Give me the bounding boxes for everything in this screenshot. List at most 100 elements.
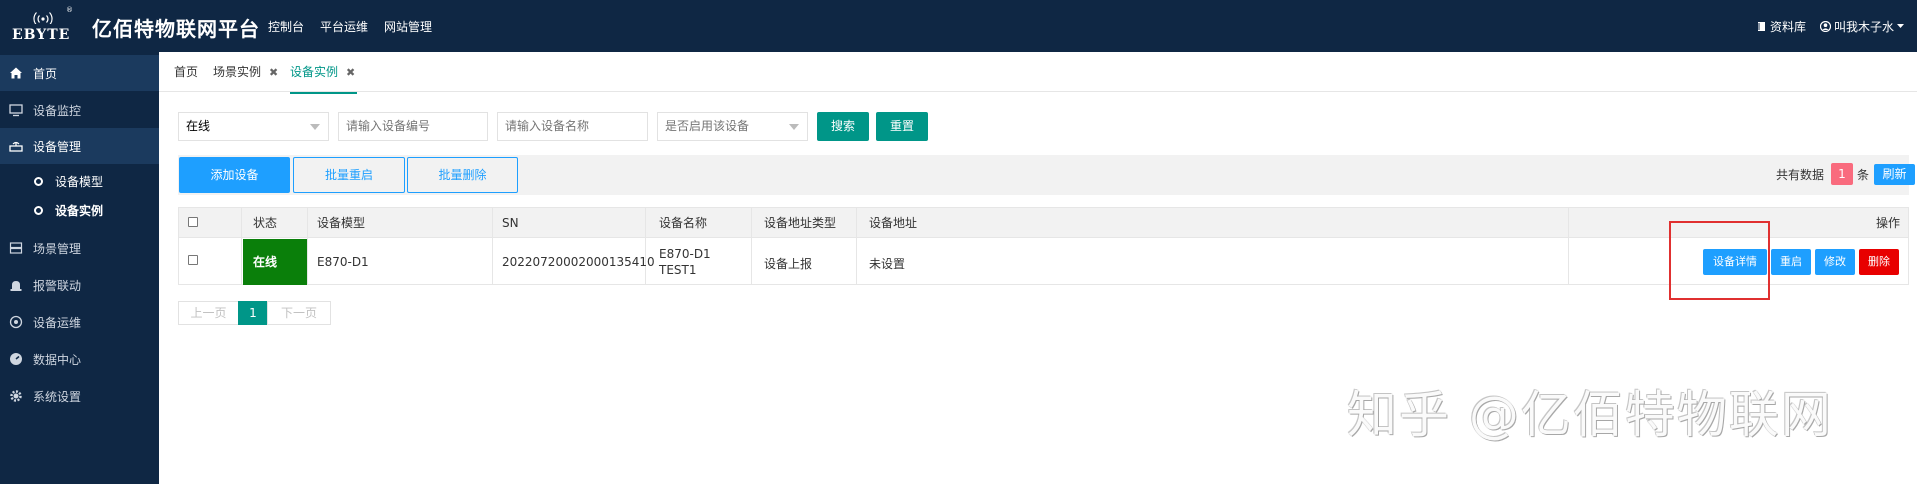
search-button[interactable]: 搜索 [817, 112, 869, 141]
page-1-button[interactable]: 1 [238, 301, 268, 325]
table-header: 状态 设备模型 SN 设备名称 设备地址类型 设备地址 操作 [179, 208, 1908, 238]
status-select[interactable]: 在线 [178, 112, 329, 141]
nav-platform-ops[interactable]: 平台运维 [320, 18, 368, 35]
nav-console[interactable]: 控制台 [268, 18, 304, 35]
top-right-menu: 资料库 叫我木子水 [1757, 18, 1904, 35]
column-divider [1568, 208, 1569, 284]
total-count-badge: 1 [1831, 163, 1853, 185]
column-header-device-name: 设备名称 [659, 216, 708, 230]
sidebar-item-label: 设备监控 [33, 103, 82, 118]
cell-address-type: 设备上报 [764, 257, 813, 271]
column-header-address: 设备地址 [869, 216, 918, 230]
sidebar-item-data-center[interactable]: 数据中心 [0, 341, 159, 377]
edit-button[interactable]: 修改 [1815, 249, 1855, 275]
column-divider [492, 208, 493, 284]
sidebar-item-system-settings[interactable]: 系统设置 [0, 378, 159, 414]
sidebar-item-scene-management[interactable]: 场景管理 [0, 230, 159, 266]
close-icon[interactable]: ✖ [269, 66, 278, 79]
cell-address: 未设置 [869, 257, 906, 271]
user-icon [1819, 21, 1831, 32]
enabled-select-placeholder: 是否启用该设备 [665, 119, 750, 133]
tab-label: 首页 [174, 65, 199, 79]
delete-button[interactable]: 删除 [1859, 249, 1899, 275]
column-header-model: 设备模型 [317, 216, 366, 230]
column-header-actions: 操作 [1876, 216, 1901, 230]
sidebar-item-label: 场景管理 [33, 241, 82, 256]
target-icon [9, 315, 23, 329]
book-icon [1757, 22, 1765, 31]
logo-text: EBYTE [12, 27, 71, 43]
device-code-input[interactable]: 请输入设备编号 [338, 112, 488, 141]
sidebar-subitem-device-instance[interactable]: 设备实例 [0, 196, 159, 224]
tab-device-instance[interactable]: 设备实例 ✖ [290, 52, 357, 94]
sidebar-item-label: 设备管理 [33, 139, 82, 154]
restart-button[interactable]: 重启 [1771, 249, 1811, 275]
sidebar-item-device-management[interactable]: 设备管理 [0, 128, 159, 164]
dashboard-icon [10, 353, 22, 365]
nav-site-management[interactable]: 网站管理 [384, 18, 432, 35]
docs-label: 资料库 [1769, 20, 1806, 34]
alarm-icon [10, 281, 22, 291]
column-header-address-type: 设备地址类型 [764, 216, 837, 230]
next-page-button[interactable]: 下一页 [267, 301, 331, 325]
refresh-button[interactable]: 刷新 [1874, 164, 1915, 185]
server-icon [9, 242, 23, 254]
logo-registered-mark: ® [66, 6, 73, 14]
chevron-down-icon [789, 124, 799, 130]
home-icon [10, 67, 22, 79]
device-name-placeholder: 请输入设备名称 [505, 119, 590, 133]
sidebar-subitem-device-model[interactable]: 设备模型 [0, 167, 159, 195]
chevron-down-icon [310, 124, 320, 130]
user-name: 叫我木子水 [1833, 20, 1894, 34]
cell-device-name-line1: E870-D1 [659, 247, 711, 261]
sidebar-item-label: 数据中心 [33, 352, 82, 367]
watermark-text: 知乎 @亿佰特物联网 [1347, 386, 1833, 444]
reset-button[interactable]: 重置 [876, 112, 928, 141]
sidebar-subitem-label: 设备实例 [55, 203, 104, 218]
sidebar-item-label: 设备运维 [33, 315, 82, 330]
column-divider [856, 208, 857, 284]
device-table: 状态 设备模型 SN 设备名称 设备地址类型 设备地址 操作 在线 E870-D… [178, 207, 1909, 285]
add-device-button[interactable]: 添加设备 [179, 157, 290, 193]
user-menu[interactable]: 叫我木子水 [1819, 18, 1904, 35]
status-badge: 在线 [243, 239, 307, 285]
top-nav: 控制台 平台运维 网站管理 [268, 18, 432, 35]
total-suffix: 条 [1857, 168, 1870, 182]
column-divider [307, 208, 308, 284]
cell-device-name-line2: TEST1 [659, 263, 697, 277]
sidebar-item-alarm-linkage[interactable]: 报警联动 [0, 267, 159, 303]
tab-home[interactable]: 首页 [174, 52, 198, 92]
device-name-input[interactable]: 请输入设备名称 [497, 112, 648, 141]
docs-link[interactable]: 资料库 [1757, 18, 1806, 35]
tab-bar: 首页 场景实例 ✖ 设备实例 ✖ [159, 52, 1917, 94]
circle-bullet-icon [34, 205, 43, 215]
ebyte-logo[interactable]: EBYTE ® [12, 6, 74, 46]
cell-sn: 20220720002000135410 [502, 255, 655, 269]
sidebar-item-label: 报警联动 [33, 278, 82, 293]
column-header-status: 状态 [253, 216, 278, 230]
sidebar: 首页 设备监控 设备管理 设备模型 设备实例 场景管理 报警联动 设备运维 数据… [0, 52, 159, 484]
enabled-select[interactable]: 是否启用该设备 [657, 112, 808, 141]
tab-scene-instance[interactable]: 场景实例 ✖ [213, 52, 278, 92]
batch-restart-button[interactable]: 批量重启 [293, 157, 405, 193]
wifi-waves-icon [33, 12, 53, 24]
prev-page-button[interactable]: 上一页 [178, 301, 239, 325]
row-checkbox[interactable] [188, 255, 198, 265]
column-divider [241, 208, 242, 284]
cell-model: E870-D1 [317, 255, 369, 269]
tab-label: 场景实例 [213, 65, 262, 79]
chevron-down-icon [1897, 24, 1904, 28]
gear-icon [10, 390, 22, 402]
sidebar-item-home[interactable]: 首页 [0, 55, 159, 91]
highlight-box [1669, 221, 1770, 300]
select-all-checkbox[interactable] [188, 217, 198, 227]
sidebar-item-device-ops[interactable]: 设备运维 [0, 304, 159, 340]
sidebar-item-device-monitor[interactable]: 设备监控 [0, 92, 159, 128]
column-divider [645, 208, 646, 284]
sidebar-item-label: 系统设置 [33, 389, 82, 404]
batch-delete-button[interactable]: 批量删除 [407, 157, 518, 193]
top-bar: EBYTE ® 亿佰特物联网平台 控制台 平台运维 网站管理 资料库 叫我木子水 [0, 0, 1917, 52]
close-icon[interactable]: ✖ [346, 66, 355, 79]
monitor-icon [9, 104, 23, 117]
column-header-sn: SN [502, 216, 519, 230]
